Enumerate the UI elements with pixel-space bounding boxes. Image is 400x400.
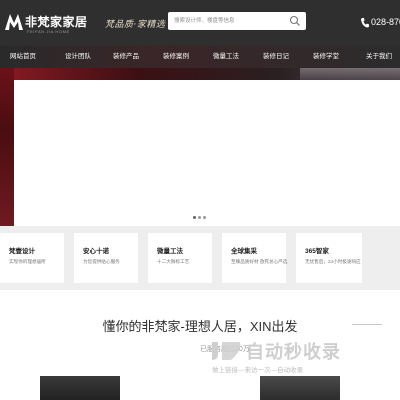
feature-title: 全球集采 <box>231 248 257 255</box>
feature-title: 梵壹设计 <box>9 248 35 255</box>
hero-banner[interactable] <box>0 68 400 226</box>
watermark: 自动秒收录 做上链接—来访一次—自动收录 <box>200 336 400 376</box>
search-box <box>168 12 306 30</box>
nav-item-about[interactable]: 关于我们 <box>366 46 392 68</box>
main-nav: 网站首页 设计团队 装修产品 装修案例 微量工法 装修日记 装修学堂 关于我们 <box>0 46 400 68</box>
phone-number: 028-8702 <box>371 17 400 27</box>
nav-item-diary[interactable]: 装修日记 <box>263 46 289 68</box>
search-icon[interactable] <box>289 15 301 27</box>
divider <box>352 324 382 325</box>
slogan: 梵品质·家精选 <box>105 20 166 30</box>
phone-icon <box>361 18 369 28</box>
feature-card[interactable]: 微量工法 十二大微标工艺 <box>148 233 212 283</box>
section-headline: 懂你的非梵家-理想人居，XIN出发 <box>102 319 298 334</box>
feature-desc: 十二大微标工艺 <box>157 259 190 264</box>
feature-title: 365智家 <box>305 248 329 255</box>
nav-item-school[interactable]: 装修学堂 <box>313 46 339 68</box>
feature-band: 梵壹设计 实现你的理想居所 安心十诺 为您提供贴心服务 微量工法 十二大微标工艺… <box>0 226 400 290</box>
case-image[interactable] <box>260 376 340 400</box>
case-image[interactable] <box>40 376 120 400</box>
site-header: 非梵家家居 FEIFAN JIA HOME 梵品质·家精选 028-8702 <box>0 0 400 46</box>
carousel-dot[interactable] <box>193 216 196 219</box>
watermark-subtext: 做上链接—来访一次—自动收录 <box>212 367 303 374</box>
logo-subtitle: FEIFAN JIA HOME <box>27 29 70 34</box>
feature-card[interactable]: 梵壹设计 实现你的理想居所 <box>0 233 64 283</box>
search-input[interactable] <box>174 15 284 27</box>
carousel-dot[interactable] <box>203 216 206 219</box>
watermark-text: 自动秒收录 <box>246 342 341 362</box>
feature-desc: 实现你的理想居所 <box>9 259 46 264</box>
watermark-logo-icon <box>212 342 241 360</box>
logo-text[interactable]: 非梵家家居 <box>25 13 88 30</box>
hero-window <box>300 68 400 80</box>
nav-item-products[interactable]: 装修产品 <box>113 46 139 68</box>
feature-desc: 为您提供贴心服务 <box>83 259 120 264</box>
hero-image-edge <box>0 68 14 226</box>
nav-item-design-team[interactable]: 设计团队 <box>65 46 91 68</box>
feature-card[interactable]: 全球集采 至臻品质好材 放死总心严选 <box>222 233 288 283</box>
nav-item-cases[interactable]: 装修案例 <box>163 46 189 68</box>
feature-card[interactable]: 365智家 无忧售后，24小时极速响应 <box>296 233 362 283</box>
hero-slide <box>14 80 400 226</box>
feature-desc: 至臻品质好材 放死总心严选 <box>231 259 288 264</box>
logo-icon[interactable] <box>5 14 23 30</box>
carousel-dots <box>193 216 207 220</box>
feature-title: 安心十诺 <box>83 248 109 255</box>
feature-card[interactable]: 安心十诺 为您提供贴心服务 <box>74 233 138 283</box>
carousel-dot[interactable] <box>198 216 201 219</box>
feature-title: 微量工法 <box>157 248 183 255</box>
page: 非梵家家居 FEIFAN JIA HOME 梵品质·家精选 028-8702 网… <box>0 0 400 400</box>
feature-desc: 无忧售后，24小时极速响应 <box>305 259 361 264</box>
nav-item-craft[interactable]: 微量工法 <box>213 46 239 68</box>
nav-item-home[interactable]: 网站首页 <box>10 46 36 68</box>
